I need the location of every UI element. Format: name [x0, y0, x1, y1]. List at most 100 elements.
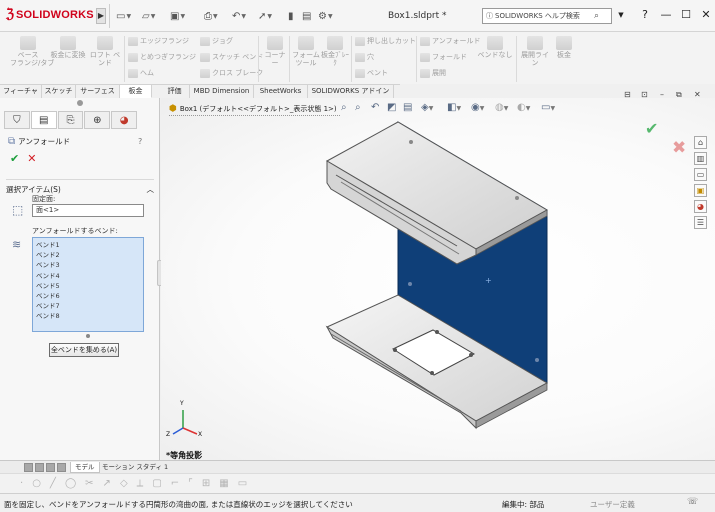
tab-evaluate[interactable]: 評価 [160, 85, 190, 98]
next-tab-button[interactable] [46, 463, 55, 472]
solidworks-logo[interactable]: ℨ SOLIDWORKS [6, 7, 94, 22]
dimxpert-tab[interactable]: ⊕ [84, 111, 111, 129]
viewport-close-button[interactable]: ✕ [694, 90, 701, 99]
home-icon[interactable]: ⌂ [694, 136, 707, 149]
list-item[interactable]: ベンド3 [36, 260, 140, 270]
hole-button[interactable]: 穴 [355, 52, 374, 62]
viewport-minimize-button[interactable]: – [660, 90, 664, 99]
tab-motion-study[interactable]: モーション スタディ 1 [98, 462, 172, 473]
confirm-cancel-icon[interactable]: ✖ [672, 138, 686, 158]
selections-section-header[interactable]: 選択アイテム(S) ︿ [6, 179, 154, 195]
viewport-tile-button[interactable]: ⊡ [641, 90, 648, 99]
file-explorer-icon[interactable]: ▭ [694, 168, 707, 181]
grid-icon[interactable]: ▦ [219, 478, 228, 489]
property-manager-tab[interactable]: ▤ [30, 111, 57, 129]
close-button[interactable]: ✕ [700, 9, 712, 21]
list-resize-handle[interactable] [86, 334, 90, 338]
rectangle-icon[interactable]: ▭ [238, 478, 247, 489]
tab-sheet-metal[interactable]: 板金 [120, 85, 152, 98]
print-button[interactable]: ⎙ ▼ [204, 9, 218, 23]
pane-collapse-handle[interactable] [77, 100, 83, 106]
tab-features[interactable]: フィーチャー [0, 85, 42, 108]
forming-tool-button[interactable]: フォーム ツール [292, 36, 320, 67]
search-icon[interactable]: ⌕ [594, 11, 599, 21]
tab-surfaces[interactable]: サーフェス [76, 85, 120, 98]
flatten-button[interactable]: 展開 [420, 68, 446, 78]
help-bubble-icon[interactable]: ☏ [687, 497, 698, 507]
search-dropdown-icon[interactable]: ▼ [615, 9, 627, 21]
hem-button[interactable]: ヘム [128, 68, 154, 78]
units-status[interactable]: ユーザー定義 [590, 499, 635, 510]
convert-to-sheet-metal-button[interactable]: 板金に変換 [50, 36, 86, 59]
options-button[interactable]: ⚙ ▼ [318, 9, 333, 23]
list-item[interactable]: ベンド2 [36, 250, 140, 260]
pattern-icon[interactable]: ⊞ [202, 478, 210, 489]
dimension-icon[interactable]: ◇ [120, 478, 128, 489]
prev-tab-button[interactable] [35, 463, 44, 472]
fixed-face-field[interactable]: 面<1> [32, 204, 144, 217]
jog-button[interactable]: ジョグ [200, 36, 233, 46]
list-item[interactable]: ベンド4 [36, 271, 140, 281]
maximize-button[interactable]: ☐ [680, 9, 692, 21]
help-icon[interactable]: ? [138, 137, 142, 146]
base-flange-button[interactable]: ベース フランジ/タブ [10, 36, 54, 67]
unfold-button[interactable]: アンフォールド [420, 36, 481, 46]
list-item[interactable]: ベンド7 [36, 301, 140, 311]
appearances-icon[interactable]: ◕ [694, 200, 707, 213]
tab-sheetworks[interactable]: SheetWorks [254, 85, 308, 98]
relation-icon[interactable]: ⟂ [137, 478, 144, 489]
ok-button[interactable]: ✔ [10, 152, 19, 165]
tab-sketch[interactable]: スケッチ [42, 85, 76, 98]
feature-manager-tab[interactable]: ⛉ [4, 111, 30, 129]
list-item[interactable]: ベンド5 [36, 281, 140, 291]
circle-icon[interactable]: ○ [32, 478, 41, 489]
cross-break-button[interactable]: クロス ブレーク [200, 68, 263, 78]
open-button[interactable]: ▱ ▼ [142, 9, 155, 23]
display-manager-tab[interactable]: ◕ [111, 111, 137, 129]
corner-icon[interactable]: ⌜ [188, 478, 193, 489]
minimize-button[interactable]: — [660, 9, 672, 21]
file-properties-button[interactable]: ▤ [302, 9, 311, 23]
last-tab-button[interactable] [57, 463, 66, 472]
bends-list[interactable]: ベンド1 ベンド2 ベンド3 ベンド4 ベンド5 ベンド6 ベンド7 ベンド8 [32, 237, 144, 332]
sketched-bend-button[interactable]: スケッチ ベンド [200, 52, 263, 62]
fold-button[interactable]: フォールド [420, 52, 467, 62]
tab-model[interactable]: モデル [70, 462, 100, 473]
cancel-button[interactable]: ✕ [27, 152, 36, 165]
offset-icon[interactable]: ▢ [152, 478, 161, 489]
select-button[interactable]: ➚ ▼ [258, 9, 272, 23]
design-library-icon[interactable]: ▥ [694, 152, 707, 165]
sheet-metal-model[interactable]: + [161, 98, 715, 460]
circle-icon[interactable]: ◯ [65, 478, 76, 489]
tab-mbd-dimension[interactable]: MBD Dimension [190, 85, 254, 98]
tab-solidworks-addins[interactable]: SOLIDWORKS アドイン [308, 85, 394, 98]
configuration-manager-tab[interactable]: ⎘ [57, 111, 84, 129]
lofted-bend-button[interactable]: ロフト ベンド [88, 36, 122, 67]
confirm-ok-icon[interactable]: ✔ [645, 119, 658, 138]
miter-flange-button[interactable]: とめつぎフランジ [128, 52, 196, 62]
line-icon[interactable]: ╱ [50, 478, 56, 489]
arrow-icon[interactable]: ↗ [103, 478, 111, 489]
collect-all-bends-button[interactable]: 全ベンドを集める(A) [49, 343, 119, 357]
menu-expand-arrow[interactable]: ▶ [96, 8, 106, 24]
mirror-icon[interactable]: ⌐ [171, 478, 179, 489]
view-palette-icon[interactable]: ▣ [694, 184, 707, 197]
undo-button[interactable]: ↶ ▼ [232, 9, 246, 23]
rebuild-button[interactable]: ▮ [288, 9, 294, 23]
point-icon[interactable]: · [20, 478, 23, 489]
graphics-area[interactable]: ⬢ Box1 (デフォルト<<デフォルト>_表示状態 1>) ⌕ ⌕ ↶ ◩ ▤… [161, 98, 715, 460]
help-search-input[interactable]: ⓘ SOLIDWORKS ヘルプ検索 ⌕ [482, 8, 612, 24]
extruded-cut-button[interactable]: 押し出しカット [355, 36, 416, 46]
save-button[interactable]: ▣ ▼ [170, 9, 185, 23]
sheet-metal-button[interactable]: 板金 [552, 36, 576, 59]
viewport-restore-button[interactable]: ⧉ [676, 90, 682, 100]
list-item[interactable]: ベンド6 [36, 291, 140, 301]
help-button[interactable]: ? [639, 9, 651, 21]
new-document-button[interactable]: ▭ ▼ [116, 9, 131, 23]
edge-flange-button[interactable]: エッジフランジ [128, 36, 189, 46]
viewport-toggle-button[interactable]: ⊟ [624, 90, 631, 99]
sheet-metal-gusset-button[interactable]: 板金ﾌﾞﾚｰｸ [320, 36, 350, 67]
list-item[interactable]: ベンド8 [36, 311, 140, 321]
no-bends-button[interactable]: ベンドなし [476, 36, 514, 59]
corner-button[interactable]: コーナー [262, 36, 288, 67]
